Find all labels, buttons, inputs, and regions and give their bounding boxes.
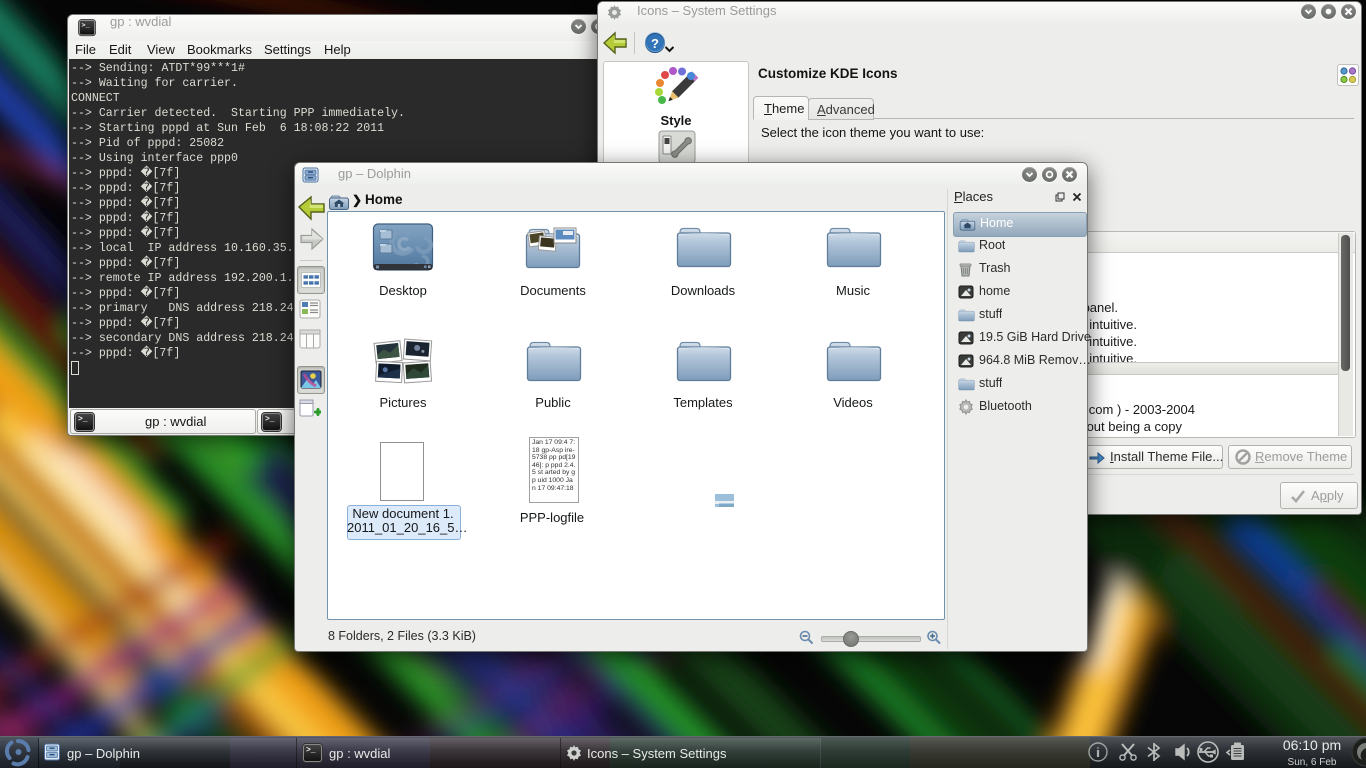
svg-text:?: ? xyxy=(651,36,659,51)
